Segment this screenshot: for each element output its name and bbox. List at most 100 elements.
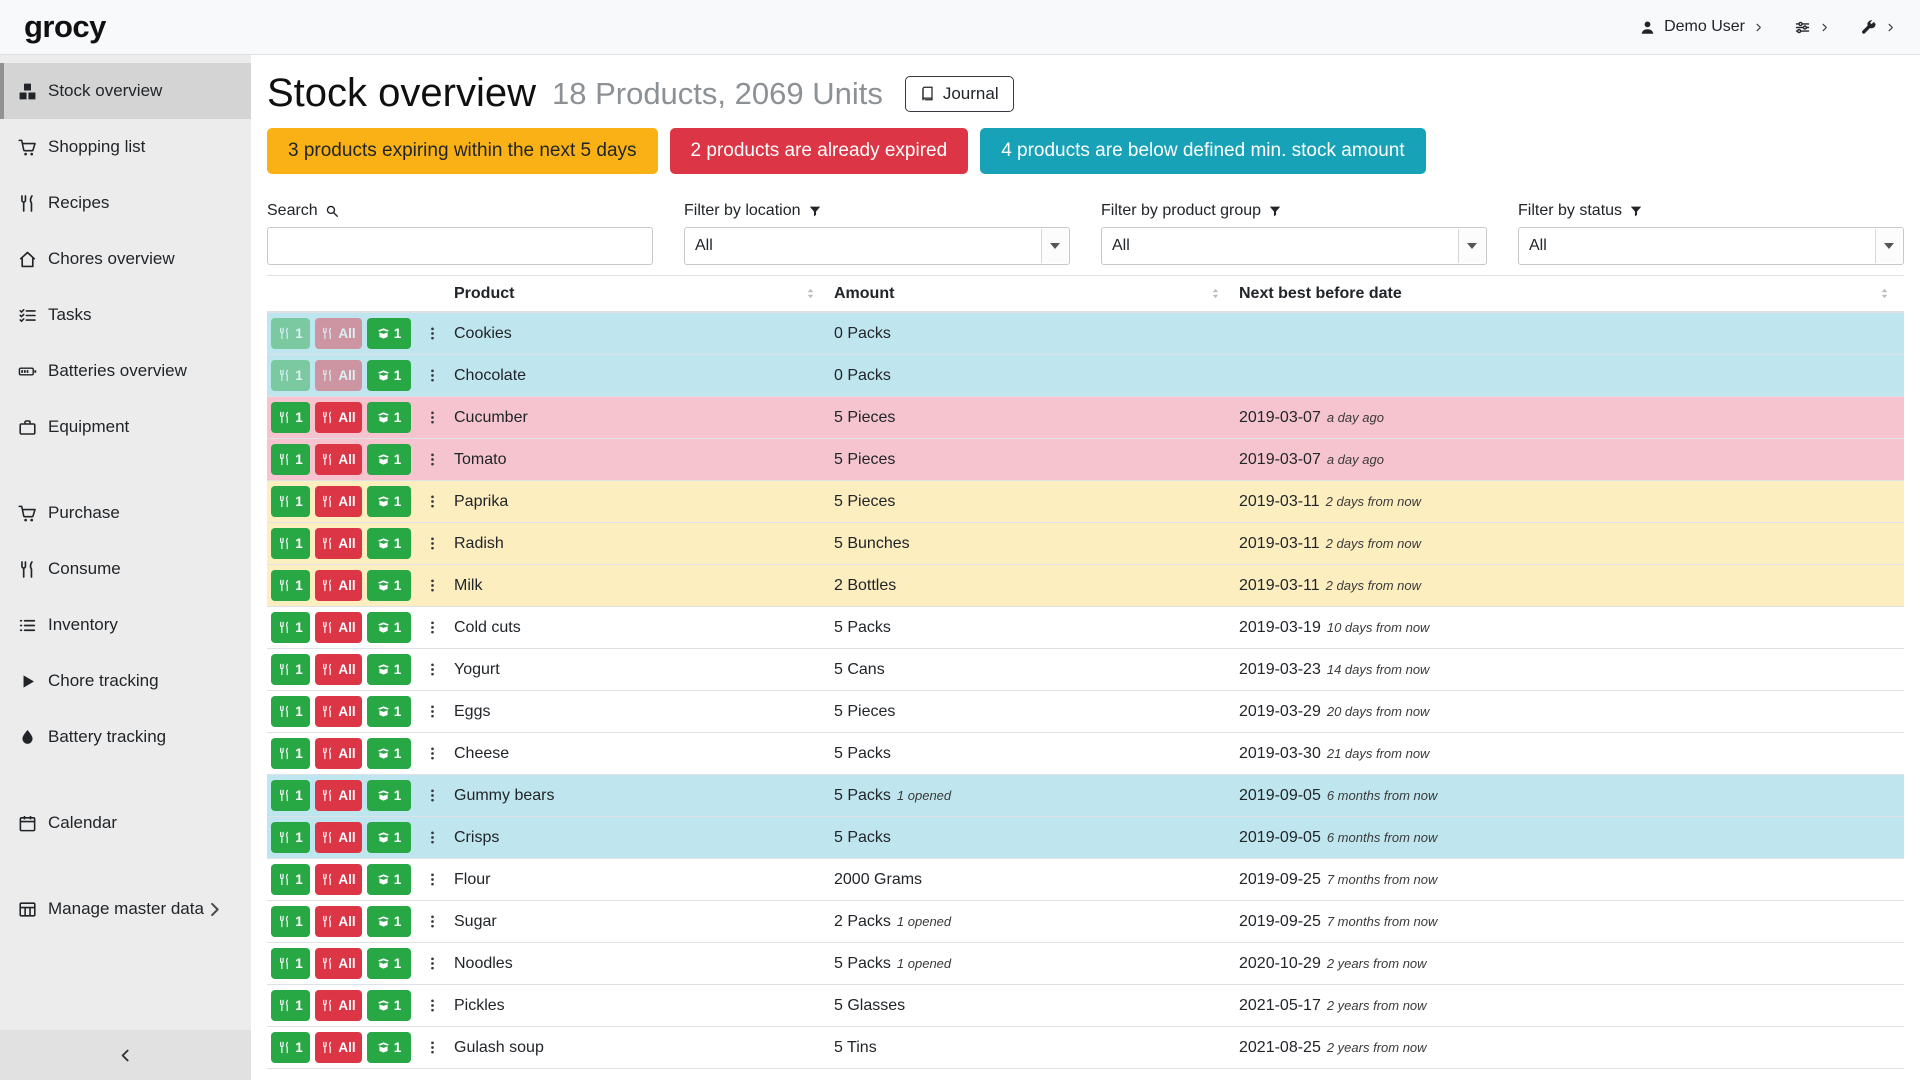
open-one-button[interactable]: 1 (367, 780, 411, 811)
consume-all-button[interactable]: All (315, 318, 362, 349)
open-one-button[interactable]: 1 (367, 696, 411, 727)
app-logo[interactable]: grocy (24, 9, 106, 45)
row-menu-button[interactable] (424, 575, 441, 597)
consume-all-button[interactable]: All (315, 990, 362, 1021)
open-one-button[interactable]: 1 (367, 864, 411, 895)
row-menu-button[interactable] (424, 617, 441, 639)
row-menu-button[interactable] (424, 659, 441, 681)
open-one-button[interactable]: 1 (367, 486, 411, 517)
row-menu-button[interactable] (424, 407, 441, 429)
consume-all-button[interactable]: All (315, 528, 362, 559)
consume-one-button[interactable]: 1 (271, 906, 310, 937)
open-one-button[interactable]: 1 (367, 444, 411, 475)
location-select[interactable]: All (684, 227, 1070, 265)
consume-one-button[interactable]: 1 (271, 696, 310, 727)
row-menu-button[interactable] (424, 449, 441, 471)
open-one-button[interactable]: 1 (367, 528, 411, 559)
row-menu-button[interactable] (424, 743, 441, 765)
row-menu-button[interactable] (424, 1037, 441, 1059)
consume-one-button[interactable]: 1 (271, 402, 310, 433)
open-one-button[interactable]: 1 (367, 906, 411, 937)
journal-button[interactable]: Journal (905, 76, 1014, 112)
row-menu-button[interactable] (424, 323, 441, 345)
consume-one-button[interactable]: 1 (271, 528, 310, 559)
consume-one-button[interactable]: 1 (271, 486, 310, 517)
consume-one-button[interactable]: 1 (271, 738, 310, 769)
sidebar-item-stock-overview[interactable]: Stock overview (0, 63, 251, 119)
row-menu-button[interactable] (424, 911, 441, 933)
open-one-button[interactable]: 1 (367, 570, 411, 601)
sort-header-next-best-before-date[interactable]: Next best before date (1235, 285, 1904, 303)
consume-one-button[interactable]: 1 (271, 318, 310, 349)
row-menu-button[interactable] (424, 701, 441, 723)
sidebar-item-calendar[interactable]: Calendar (0, 795, 251, 851)
user-menu[interactable]: Demo User (1639, 18, 1764, 36)
consume-one-button[interactable]: 1 (271, 864, 310, 895)
open-one-button[interactable]: 1 (367, 1032, 411, 1063)
open-one-button[interactable]: 1 (367, 948, 411, 979)
consume-one-button[interactable]: 1 (271, 612, 310, 643)
consume-one-button[interactable]: 1 (271, 654, 310, 685)
open-one-button[interactable]: 1 (367, 822, 411, 853)
open-one-button[interactable]: 1 (367, 990, 411, 1021)
consume-one-button[interactable]: 1 (271, 360, 310, 391)
row-menu-button[interactable] (424, 953, 441, 975)
consume-all-button[interactable]: All (315, 444, 362, 475)
row-menu-button[interactable] (424, 533, 441, 555)
consume-all-button[interactable]: All (315, 1032, 362, 1063)
row-menu-button[interactable] (424, 785, 441, 807)
consume-all-button[interactable]: All (315, 738, 362, 769)
sidebar-item-recipes[interactable]: Recipes (0, 175, 251, 231)
consume-all-button[interactable]: All (315, 696, 362, 727)
sidebar-item-battery-tracking[interactable]: Battery tracking (0, 709, 251, 765)
open-one-button[interactable]: 1 (367, 738, 411, 769)
consume-one-button[interactable]: 1 (271, 1032, 310, 1063)
sidebar-item-chores-overview[interactable]: Chores overview (0, 231, 251, 287)
sidebar-item-equipment[interactable]: Equipment (0, 399, 251, 455)
consume-one-button[interactable]: 1 (271, 570, 310, 601)
open-one-button[interactable]: 1 (367, 318, 411, 349)
sidebar-item-chore-tracking[interactable]: Chore tracking (0, 653, 251, 709)
open-one-button[interactable]: 1 (367, 360, 411, 391)
consume-one-button[interactable]: 1 (271, 990, 310, 1021)
consume-all-button[interactable]: All (315, 486, 362, 517)
sidebar-item-tasks[interactable]: Tasks (0, 287, 251, 343)
row-menu-button[interactable] (424, 827, 441, 849)
consume-all-button[interactable]: All (315, 570, 362, 601)
consume-one-button[interactable]: 1 (271, 822, 310, 853)
consume-all-button[interactable]: All (315, 402, 362, 433)
filter-icon (808, 204, 822, 218)
sort-header-amount[interactable]: Amount (830, 285, 1235, 303)
status-select[interactable]: All (1518, 227, 1904, 265)
consume-all-button[interactable]: All (315, 360, 362, 391)
sidebar-item-consume[interactable]: Consume (0, 541, 251, 597)
row-menu-button[interactable] (424, 869, 441, 891)
row-menu-button[interactable] (424, 995, 441, 1017)
sidebar-item-purchase[interactable]: Purchase (0, 485, 251, 541)
search-input[interactable] (267, 227, 653, 265)
consume-all-button[interactable]: All (315, 906, 362, 937)
consume-one-button[interactable]: 1 (271, 780, 310, 811)
sidebar-item-shopping-list[interactable]: Shopping list (0, 119, 251, 175)
open-one-button[interactable]: 1 (367, 654, 411, 685)
sidebar-item-inventory[interactable]: Inventory (0, 597, 251, 653)
consume-all-button[interactable]: All (315, 612, 362, 643)
consume-all-button[interactable]: All (315, 864, 362, 895)
consume-all-button[interactable]: All (315, 948, 362, 979)
open-one-button[interactable]: 1 (367, 402, 411, 433)
consume-one-button[interactable]: 1 (271, 444, 310, 475)
consume-all-button[interactable]: All (315, 822, 362, 853)
consume-all-button[interactable]: All (315, 654, 362, 685)
product-group-select[interactable]: All (1101, 227, 1487, 265)
sidebar-item-batteries-overview[interactable]: Batteries overview (0, 343, 251, 399)
sidebar-collapse-button[interactable] (0, 1030, 251, 1080)
row-menu-button[interactable] (424, 491, 441, 513)
consume-all-button[interactable]: All (315, 780, 362, 811)
consume-one-button[interactable]: 1 (271, 948, 310, 979)
sidebar-item-manage-master-data[interactable]: Manage master data (0, 881, 251, 937)
sort-header-product[interactable]: Product (450, 285, 830, 303)
row-menu-button[interactable] (424, 365, 441, 387)
settings-menu[interactable] (1794, 19, 1830, 36)
open-one-button[interactable]: 1 (367, 612, 411, 643)
admin-menu[interactable] (1860, 19, 1896, 36)
